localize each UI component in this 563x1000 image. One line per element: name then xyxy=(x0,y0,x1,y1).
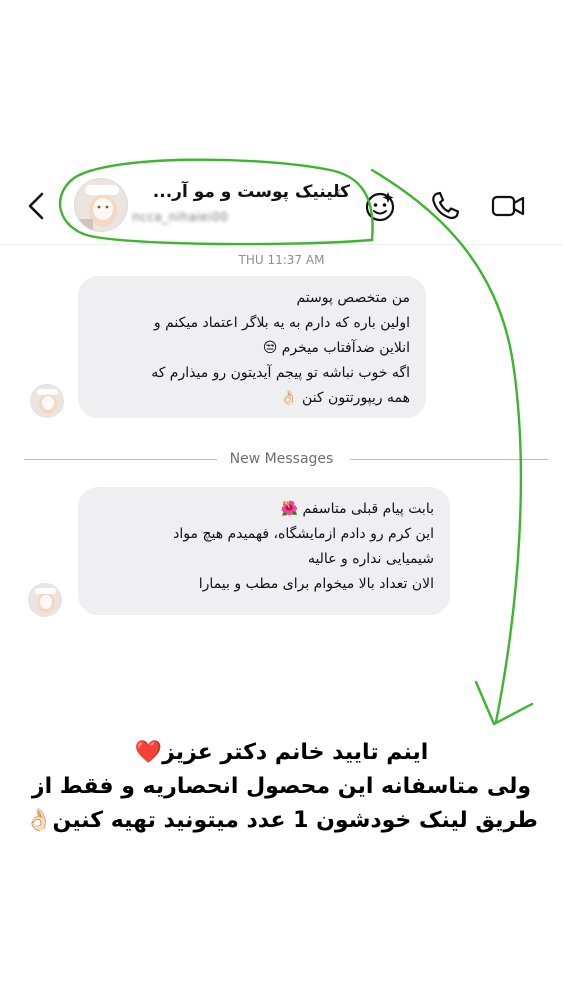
sender-avatar[interactable] xyxy=(30,384,64,418)
effects-button[interactable] xyxy=(362,188,398,224)
message-line: انلاین ضدآفتاب میخرم 😒 xyxy=(262,340,410,356)
avatar[interactable] xyxy=(74,178,128,232)
message-line: همه ریپورتتون کنن 👌🏻 xyxy=(280,390,410,406)
chat-header: کلینیک پوست و مو آر... ‹ ncca_nihaiei00 xyxy=(0,160,563,246)
annotation-arrowhead xyxy=(474,680,534,726)
caption-line: ولی متاسفانه این محصول انحصاریه و فقط از xyxy=(31,774,532,799)
phone-button[interactable] xyxy=(427,188,463,224)
message-timestamp: THU 11:37 AM xyxy=(238,253,325,267)
video-call-button[interactable] xyxy=(490,188,526,224)
phone-icon xyxy=(432,191,460,220)
message-bubble[interactable]: من متخصص پوستم اولین باره که دارم به یه … xyxy=(78,276,426,418)
message-line: شیمیایی نداره و عالیه xyxy=(307,551,434,567)
message-line: این کرم رو دادم ازمایشگاه، فهمیدم هیچ مو… xyxy=(173,526,434,542)
chat-username[interactable]: ncca_nihaiei00 xyxy=(132,210,228,224)
message-bubble[interactable]: بابت پیام قبلی متاسفم 🌺 این کرم رو دادم … xyxy=(78,487,450,615)
message-line: بابت پیام قبلی متاسفم 🌺 xyxy=(280,501,434,517)
header-divider xyxy=(0,244,563,245)
effects-icon xyxy=(365,192,395,222)
message-line: من متخصص پوستم xyxy=(296,290,410,306)
back-button[interactable] xyxy=(22,188,52,224)
face-mask-icon xyxy=(75,179,127,231)
caption-line: اینم تایید خانم دکتر عزیز❤️ xyxy=(134,740,429,765)
face-mask-icon xyxy=(31,385,63,417)
chat-title[interactable]: کلینیک پوست و مو آر... xyxy=(153,182,350,202)
chevron-left-icon: ‹ xyxy=(336,184,342,200)
sender-avatar[interactable] xyxy=(28,583,62,617)
message-line: اگه خوب نباشه تو پیجم آیدیتون رو میذارم … xyxy=(151,365,410,381)
message-line: الان تعداد بالا میخوام برای مطب و بیمارا xyxy=(198,576,434,592)
caption: اینم تایید خانم دکتر عزیز❤️ ولی متاسفانه… xyxy=(0,736,563,838)
caption-line: طریق لینک خودشون 1 عدد میتونید تهیه کنین… xyxy=(25,808,538,833)
new-messages-label: New Messages xyxy=(229,451,334,467)
back-icon xyxy=(28,192,44,220)
message-line: اولین باره که دارم به یه بلاگر اعتماد می… xyxy=(153,315,410,331)
face-mask-icon xyxy=(29,584,61,616)
video-icon xyxy=(491,195,525,217)
